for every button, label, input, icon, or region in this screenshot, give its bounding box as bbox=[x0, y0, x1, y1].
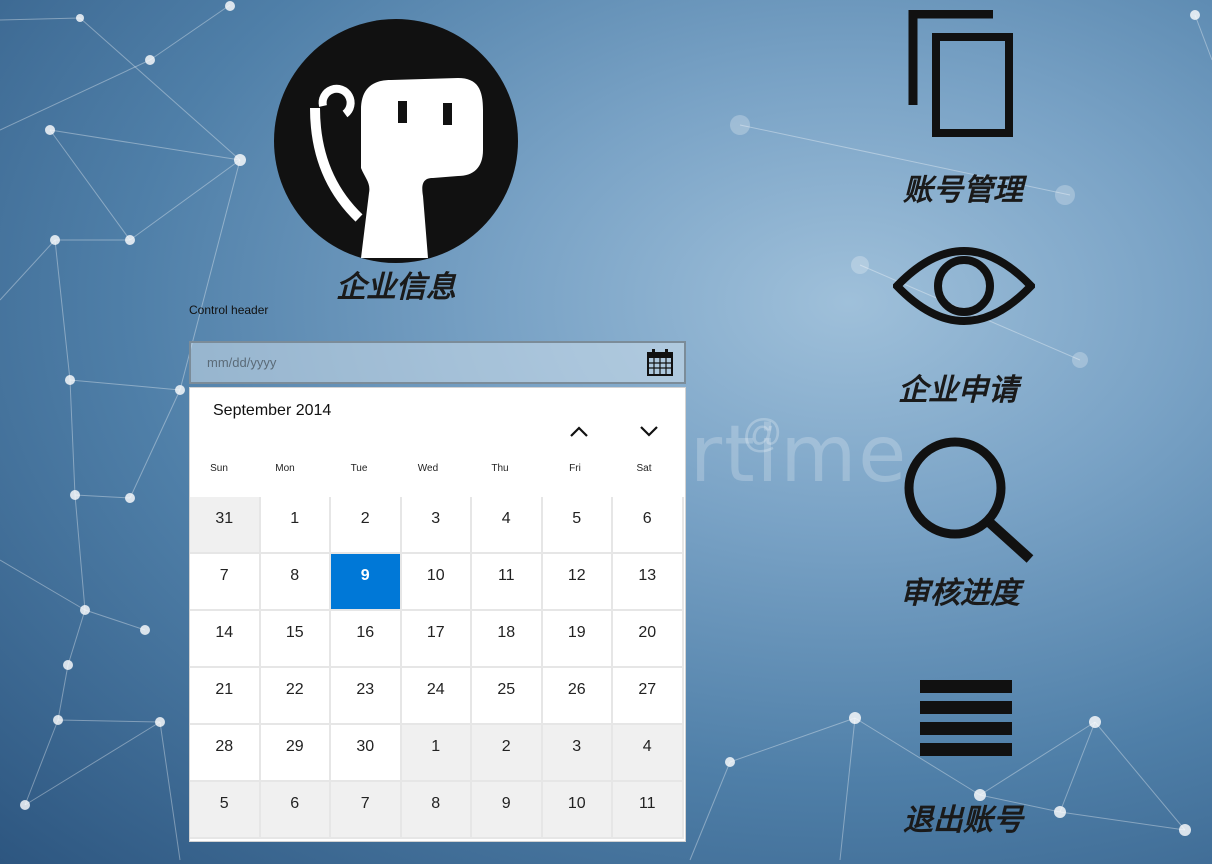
date-picker-field[interactable] bbox=[189, 341, 686, 384]
chevron-up-icon bbox=[570, 426, 588, 437]
calendar-day[interactable]: 17 bbox=[401, 611, 472, 668]
calendar-day[interactable]: 23 bbox=[331, 668, 402, 725]
weekday-label: Sun bbox=[210, 463, 228, 474]
review-progress-button[interactable] bbox=[900, 432, 1040, 572]
calendar-day[interactable]: 11 bbox=[472, 554, 543, 611]
calendar-day[interactable]: 18 bbox=[472, 611, 543, 668]
enterprise-info-button[interactable] bbox=[273, 18, 519, 264]
weekday-label: Tue bbox=[350, 463, 368, 474]
enterprise-info-label: 企业信息 bbox=[336, 270, 456, 305]
calendar-day[interactable]: 25 bbox=[472, 668, 543, 725]
enterprise-application-button[interactable] bbox=[891, 232, 1037, 345]
calendar-day[interactable]: 29 bbox=[260, 725, 331, 782]
weekday-label: Wed bbox=[417, 463, 439, 474]
previous-month-button[interactable] bbox=[564, 416, 594, 446]
calendar-day[interactable]: 10 bbox=[401, 554, 472, 611]
account-management-label: 账号管理 bbox=[903, 173, 1023, 208]
weekday-label: Mon bbox=[275, 463, 295, 474]
calendar-day-outside-month[interactable]: 10 bbox=[542, 782, 613, 839]
calendar-day-selected[interactable]: 9 bbox=[331, 554, 402, 611]
weekday-label: Thu bbox=[491, 463, 509, 474]
calendar-day[interactable]: 27 bbox=[613, 668, 684, 725]
calendar-day-outside-month[interactable]: 11 bbox=[613, 782, 684, 839]
calendar-day[interactable]: 22 bbox=[260, 668, 331, 725]
calendar-day[interactable]: 16 bbox=[331, 611, 402, 668]
calendar-day-outside-month[interactable]: 31 bbox=[190, 497, 261, 554]
eye-icon bbox=[891, 247, 1037, 325]
calendar-day-outside-month[interactable]: 3 bbox=[542, 725, 613, 782]
next-month-button[interactable] bbox=[634, 416, 664, 446]
logout-label: 退出账号 bbox=[903, 803, 1023, 838]
calendar-day-outside-month[interactable]: 5 bbox=[190, 782, 261, 839]
calendar-day[interactable]: 21 bbox=[190, 668, 261, 725]
account-management-button[interactable] bbox=[908, 9, 1018, 145]
calendar-day[interactable]: 1 bbox=[260, 497, 331, 554]
chevron-down-icon bbox=[640, 426, 658, 437]
calendar-day[interactable]: 3 bbox=[401, 497, 472, 554]
calendar-day[interactable]: 7 bbox=[190, 554, 261, 611]
copy-pages-icon bbox=[908, 9, 1013, 137]
logout-button[interactable] bbox=[918, 678, 1014, 765]
robot-avatar-icon bbox=[274, 19, 518, 263]
calendar-day[interactable]: 8 bbox=[260, 554, 331, 611]
calendar-day-outside-month[interactable]: 7 bbox=[331, 782, 402, 839]
calendar-day[interactable]: 28 bbox=[190, 725, 261, 782]
calendar-day[interactable]: 19 bbox=[542, 611, 613, 668]
calendar-icon bbox=[647, 349, 673, 376]
calendar-day[interactable]: 24 bbox=[401, 668, 472, 725]
weekday-header-row: Sun Mon Tue Wed Thu Fri Sat bbox=[190, 463, 687, 483]
calendar-day-outside-month[interactable]: 1 bbox=[401, 725, 472, 782]
calendar-day-outside-month[interactable]: 8 bbox=[401, 782, 472, 839]
calendar-day[interactable]: 6 bbox=[613, 497, 684, 554]
weekday-label: Sat bbox=[636, 463, 652, 474]
calendar-day[interactable]: 26 bbox=[542, 668, 613, 725]
control-header-label: Control header bbox=[189, 303, 269, 317]
calendar-day[interactable]: 20 bbox=[613, 611, 684, 668]
calendar-day[interactable]: 30 bbox=[331, 725, 402, 782]
calendar-day[interactable]: 4 bbox=[472, 497, 543, 554]
enterprise-application-label: 企业申请 bbox=[898, 373, 1018, 408]
search-icon bbox=[904, 437, 1034, 563]
review-progress-label: 审核进度 bbox=[900, 576, 1020, 611]
background-watermark: rtime bbox=[690, 410, 909, 500]
calendar-day[interactable]: 14 bbox=[190, 611, 261, 668]
day-grid: 31 1 2 3 4 5 6 7 8 9 10 11 12 13 14 15 16 17 18 19 20 21 22 23 2… bbox=[190, 497, 687, 842]
month-label: September 2014 bbox=[213, 402, 332, 419]
calendar-day[interactable]: 5 bbox=[542, 497, 613, 554]
calendar-day[interactable]: 12 bbox=[542, 554, 613, 611]
date-input[interactable] bbox=[207, 343, 627, 382]
calendar-day-outside-month[interactable]: 4 bbox=[613, 725, 684, 782]
calendar-day[interactable]: 13 bbox=[613, 554, 684, 611]
hamburger-menu-icon bbox=[920, 680, 1012, 756]
calendar-day[interactable]: 2 bbox=[331, 497, 402, 554]
calendar-day-outside-month[interactable]: 6 bbox=[260, 782, 331, 839]
weekday-label: Fri bbox=[569, 463, 581, 474]
calendar-button[interactable] bbox=[643, 348, 677, 378]
calendar-day-outside-month[interactable]: 9 bbox=[472, 782, 543, 839]
calendar-day[interactable]: 15 bbox=[260, 611, 331, 668]
calendar-popup: September 2014 Sun Mon Tue Wed Thu Fri S… bbox=[189, 387, 686, 842]
calendar-day-outside-month[interactable]: 2 bbox=[472, 725, 543, 782]
